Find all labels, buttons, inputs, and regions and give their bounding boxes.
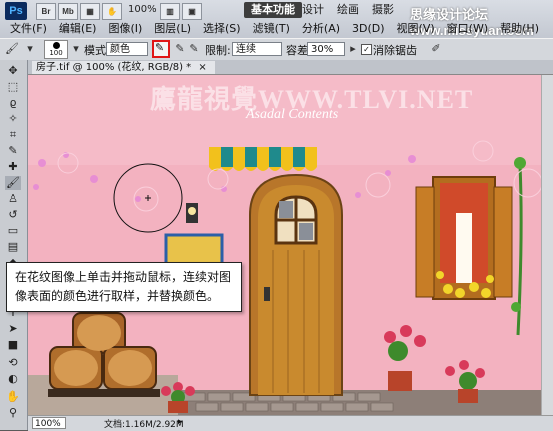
eyedropper-tool-icon[interactable]: ✎ — [5, 144, 21, 158]
canvas[interactable]: 鷹龍視覺WWW.TLVI.NET Asadal Contents — [28, 75, 553, 415]
workspace-photo-button[interactable]: 摄影 — [365, 2, 401, 18]
menu-analysis[interactable]: 分析(A) — [296, 21, 346, 37]
document-tab-bar: 房子.tif @ 100% (花纹, RGB/8) * × — [28, 60, 553, 75]
tools-panel: ✥ ⬚ ϱ ✧ ⌗ ✎ ✚ 🖌 ♙ ↺ ▭ ▤ ◆ ● ✒ T ➤ ■ ⟲ ◐ … — [0, 60, 28, 430]
eraser-tool-icon[interactable]: ▭ — [5, 224, 21, 238]
menu-layer[interactable]: 图层(L) — [148, 21, 197, 37]
minibridge-icon[interactable]: Mb — [58, 3, 78, 20]
limit-label: 限制: — [205, 44, 231, 57]
menu-window[interactable]: 窗口(W) — [441, 21, 494, 37]
workspace-basic-button[interactable]: 基本功能 — [244, 2, 302, 18]
history-brush-tool-icon[interactable]: ↺ — [5, 208, 21, 222]
document-title: 房子.tif @ 100% (花纹, RGB/8) * — [36, 62, 192, 73]
move-tool-icon[interactable]: ✥ — [5, 64, 21, 78]
screen-mode-icon[interactable]: ▣ — [182, 3, 202, 20]
canvas-script-text: Asadal Contents — [246, 107, 339, 122]
menu-help[interactable]: 帮助(H) — [494, 21, 545, 37]
zoom-tool-icon[interactable]: ⚲ — [5, 406, 21, 420]
close-icon[interactable]: × — [198, 62, 206, 73]
quick-select-tool-icon[interactable]: ✧ — [5, 112, 21, 126]
chevron-down-icon[interactable]: ▾ — [22, 41, 38, 57]
workspace-paint-button[interactable]: 绘画 — [330, 2, 366, 18]
menu-file[interactable]: 文件(F) — [4, 21, 53, 37]
eyedropper-icon: ✎ — [155, 41, 165, 54]
options-bar: 🖌 ▾ 100 ▾ 模式: 颜色 ✎ ✎ ✎ 限制: 连续 容差: 30% ▸ … — [0, 38, 553, 62]
hand-tool-icon[interactable]: ✋ — [5, 390, 21, 404]
clone-stamp-tool-icon[interactable]: ♙ — [5, 192, 21, 206]
status-zoom-field[interactable]: 100% — [32, 417, 66, 429]
color-replacement-tool-icon[interactable]: 🖌 — [5, 176, 21, 190]
menu-image[interactable]: 图像(I) — [102, 21, 148, 37]
photoshop-logo: Ps — [5, 2, 27, 20]
brush-size: 100 — [49, 49, 63, 57]
limit-select[interactable]: 连续 — [232, 42, 282, 56]
crop-tool-icon[interactable]: ⌗ — [5, 128, 21, 142]
arrange-docs-icon[interactable]: ▥ — [160, 3, 180, 20]
chevron-down-icon[interactable]: ▾ — [68, 41, 84, 57]
brush-picker[interactable]: 100 — [44, 40, 68, 59]
tool-preset-icon[interactable]: 🖌 — [4, 41, 20, 57]
document-info: 文档:1.16M/2.92M — [104, 420, 184, 430]
lasso-tool-icon[interactable]: ϱ — [5, 96, 21, 110]
status-bar: 100% 文档:1.16M/2.92M ▸ — [28, 415, 553, 431]
antialias-label: 消除锯齿 — [373, 44, 417, 57]
bridge-icon[interactable]: Br — [36, 3, 56, 20]
chevron-right-icon[interactable]: ▸ — [178, 417, 183, 427]
marquee-tool-icon[interactable]: ⬚ — [5, 80, 21, 94]
instruction-callout: 在花纹图像上单击并拖动鼠标，连续对图像表面的颜色进行取样，并替换颜色。 — [6, 262, 242, 312]
tablet-pressure-icon[interactable]: ✐ — [428, 41, 444, 57]
healing-tool-icon[interactable]: ✚ — [5, 160, 21, 174]
menu-view[interactable]: 视图(V) — [391, 21, 441, 37]
menu-select[interactable]: 选择(S) — [197, 21, 247, 37]
main-menu: 文件(F) 编辑(E) 图像(I) 图层(L) 选择(S) 滤镜(T) 分析(A… — [4, 21, 545, 37]
canvas-artwork — [28, 75, 553, 415]
menu-3d[interactable]: 3D(D) — [346, 21, 391, 37]
vertical-scrollbar[interactable] — [541, 75, 553, 415]
shape-tool-icon[interactable]: ■ — [5, 338, 21, 352]
view-extras-icon[interactable]: ▦ — [80, 3, 100, 20]
document-tab[interactable]: 房子.tif @ 100% (花纹, RGB/8) * × — [32, 61, 215, 74]
gradient-tool-icon[interactable]: ▤ — [5, 240, 21, 254]
menu-bar: Ps Br Mb ▦ ✋ 100% ▥ ▣ 基本功能 设计 绘画 摄影 思缘设计… — [0, 0, 553, 38]
mode-select[interactable]: 颜色 — [106, 42, 148, 56]
brush-dot-icon — [52, 42, 60, 49]
menu-filter[interactable]: 滤镜(T) — [247, 21, 296, 37]
antialias-checkbox[interactable]: ✓ — [361, 44, 372, 55]
workspace-design-button[interactable]: 设计 — [295, 2, 331, 18]
mode-value: 颜色 — [110, 44, 130, 55]
sampling-background-icon[interactable]: ✎ — [186, 41, 202, 57]
3d-rotate-tool-icon[interactable]: ⟲ — [5, 356, 21, 370]
3d-camera-tool-icon[interactable]: ◐ — [5, 372, 21, 386]
menu-edit[interactable]: 编辑(E) — [53, 21, 103, 37]
tolerance-value: 30% — [311, 44, 334, 55]
limit-value: 连续 — [236, 44, 256, 55]
sampling-continuous-button[interactable]: ✎ — [152, 40, 170, 58]
path-select-tool-icon[interactable]: ➤ — [5, 322, 21, 336]
chevron-right-icon[interactable]: ▸ — [345, 41, 361, 57]
tolerance-input[interactable]: 30% — [307, 42, 345, 56]
zoom-level[interactable]: 100% — [128, 4, 157, 15]
hand-toggle-icon[interactable]: ✋ — [102, 3, 122, 20]
